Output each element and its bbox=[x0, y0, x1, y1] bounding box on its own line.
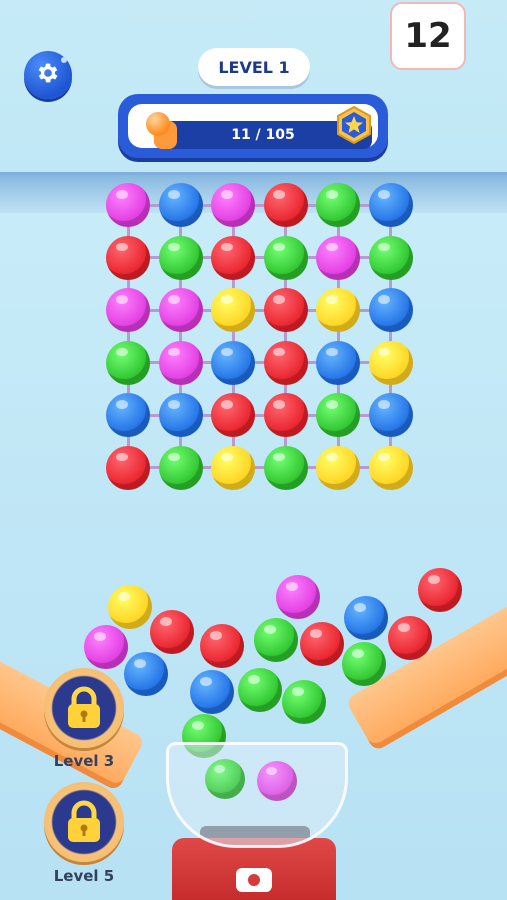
loose-ball bbox=[388, 616, 432, 660]
progress-panel: 11 / 105 bbox=[118, 94, 388, 158]
grid-ball[interactable] bbox=[158, 340, 203, 385]
loose-ball bbox=[282, 680, 326, 724]
loose-ball bbox=[276, 575, 320, 619]
settings-button[interactable] bbox=[24, 51, 72, 99]
blender-button[interactable] bbox=[236, 868, 272, 892]
loose-ball bbox=[300, 622, 344, 666]
grid-ball[interactable] bbox=[106, 235, 150, 280]
loose-ball bbox=[238, 668, 282, 712]
loose-ball bbox=[108, 585, 152, 629]
orange-ball-icon bbox=[146, 112, 170, 136]
blender-cup bbox=[166, 742, 348, 848]
grid-ball[interactable] bbox=[158, 183, 203, 227]
gear-icon bbox=[35, 60, 61, 90]
locked-level-3[interactable] bbox=[44, 668, 124, 748]
grid-ball[interactable] bbox=[211, 340, 255, 385]
locked-level-5[interactable] bbox=[44, 782, 124, 862]
moves-counter: 12 bbox=[390, 2, 466, 70]
moves-value: 12 bbox=[404, 16, 452, 56]
grid-ball[interactable] bbox=[316, 340, 360, 385]
grid-ball[interactable] bbox=[368, 340, 413, 385]
loose-ball bbox=[342, 642, 386, 686]
star-icon bbox=[334, 105, 374, 145]
loose-ball bbox=[190, 670, 234, 714]
grid-ball[interactable] bbox=[106, 288, 150, 332]
grid-ball[interactable] bbox=[263, 288, 308, 332]
grid-ball[interactable] bbox=[316, 445, 360, 490]
loose-ball bbox=[150, 610, 194, 654]
loose-ball bbox=[84, 625, 128, 669]
cup-ball bbox=[257, 761, 297, 801]
grid-ball[interactable] bbox=[211, 288, 255, 332]
level-label: LEVEL 1 bbox=[218, 57, 290, 77]
locked-level-label: Level 3 bbox=[53, 752, 115, 770]
grid-ball[interactable] bbox=[106, 445, 150, 490]
grid-ball[interactable] bbox=[158, 393, 203, 437]
grid-ball[interactable] bbox=[106, 183, 150, 227]
loose-ball bbox=[124, 652, 168, 696]
notification-dot bbox=[61, 57, 67, 63]
grid-ball[interactable] bbox=[263, 340, 308, 385]
grid-ball[interactable] bbox=[368, 235, 413, 280]
grid-ball[interactable] bbox=[368, 288, 413, 332]
grid-ball[interactable] bbox=[316, 183, 360, 227]
loose-ball bbox=[254, 618, 298, 662]
cup-ball bbox=[205, 759, 245, 799]
padlock-icon bbox=[64, 800, 104, 848]
grid-ball[interactable] bbox=[316, 288, 360, 332]
grid-ball[interactable] bbox=[263, 445, 308, 490]
loose-ball bbox=[344, 596, 388, 640]
grid-ball[interactable] bbox=[263, 235, 308, 280]
grid-ball[interactable] bbox=[158, 445, 203, 490]
grid-ball[interactable] bbox=[211, 235, 255, 280]
grid-ball[interactable] bbox=[211, 393, 255, 437]
locked-level-label: Level 5 bbox=[53, 867, 115, 885]
grid-ball[interactable] bbox=[158, 235, 203, 280]
grid-ball[interactable] bbox=[263, 183, 308, 227]
grid-ball[interactable] bbox=[316, 235, 360, 280]
grid-ball[interactable] bbox=[368, 183, 413, 227]
loose-ball bbox=[200, 624, 244, 668]
grid-ball[interactable] bbox=[263, 393, 308, 437]
grid-ball[interactable] bbox=[211, 183, 255, 227]
grid-ball[interactable] bbox=[316, 393, 360, 437]
padlock-icon bbox=[64, 686, 104, 734]
grid-ball[interactable] bbox=[368, 445, 413, 490]
loose-ball bbox=[418, 568, 462, 612]
level-indicator: LEVEL 1 bbox=[198, 48, 310, 86]
grid-ball[interactable] bbox=[368, 393, 413, 437]
grid-ball[interactable] bbox=[106, 393, 150, 437]
grid-ball[interactable] bbox=[211, 445, 255, 490]
grid-ball[interactable] bbox=[106, 340, 150, 385]
grid-ball[interactable] bbox=[158, 288, 203, 332]
